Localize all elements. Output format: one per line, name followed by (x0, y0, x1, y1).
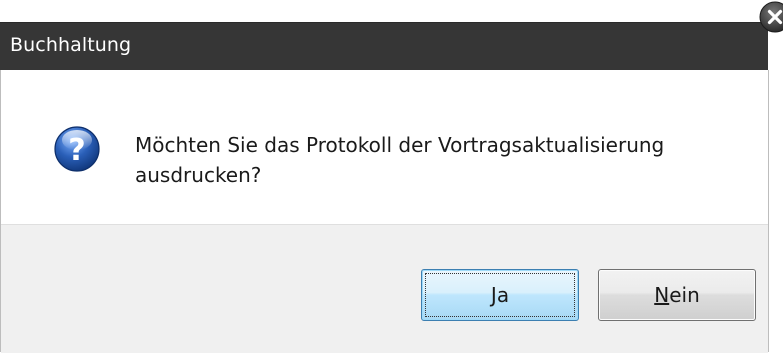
question-icon: ? (54, 126, 100, 172)
dialog-body: ? Möchten Sie das Protokoll der Vortrags… (0, 70, 769, 353)
close-icon (759, 1, 783, 33)
button-row: Ja Nein (1, 224, 768, 353)
no-button[interactable]: Nein (598, 269, 756, 321)
message-area: ? Möchten Sie das Protokoll der Vortrags… (1, 70, 768, 224)
no-button-label: ein (669, 283, 700, 307)
close-button[interactable] (754, 0, 783, 40)
title-bar[interactable]: Buchhaltung (0, 22, 768, 71)
yes-button-label: a (496, 283, 510, 307)
window-title: Buchhaltung (10, 34, 132, 56)
message-dialog: Buchhaltung ? Möchten Sie das Protokoll … (0, 0, 783, 353)
message-text: Möchten Sie das Protokoll der Vortragsak… (135, 133, 665, 187)
yes-button[interactable]: Ja (421, 269, 579, 321)
svg-text:?: ? (68, 133, 85, 168)
no-button-mnemonic: N (654, 283, 670, 307)
